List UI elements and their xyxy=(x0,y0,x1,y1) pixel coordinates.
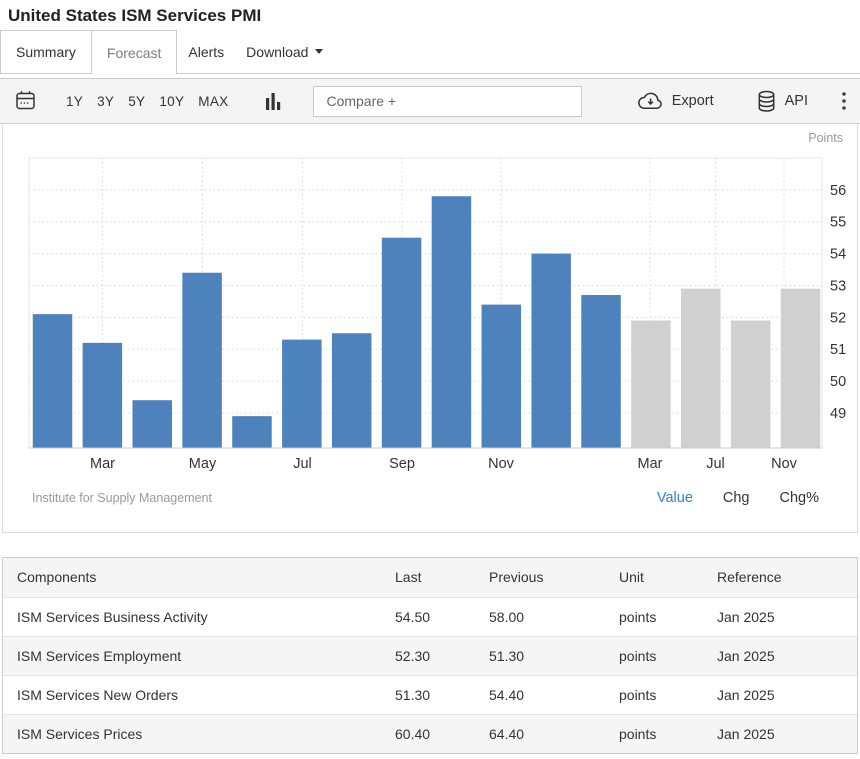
link-chg[interactable]: Chg xyxy=(723,490,750,506)
svg-text:54: 54 xyxy=(830,247,846,263)
table-row[interactable]: ISM Services Business Activity 54.50 58.… xyxy=(3,597,857,636)
forecast-chart-card: Points 49 50 51 52 53 54 55 56 Mar May Jul Sep Nov Ma… xyxy=(2,124,858,533)
tab-download[interactable]: Download xyxy=(235,30,334,74)
svg-text:53: 53 xyxy=(830,278,846,294)
table-header-row: Components Last Previous Unit Reference xyxy=(3,558,857,597)
svg-text:Nov: Nov xyxy=(488,456,515,472)
svg-text:Mar: Mar xyxy=(638,456,663,472)
svg-text:Sep: Sep xyxy=(389,456,415,472)
range-10y[interactable]: 10Y xyxy=(158,92,185,111)
database-icon xyxy=(756,90,777,113)
page-title: United States ISM Services PMI xyxy=(0,0,860,30)
components-table-card: Components Last Previous Unit Reference … xyxy=(2,557,858,754)
svg-text:55: 55 xyxy=(830,215,846,231)
svg-text:Jul: Jul xyxy=(293,456,312,472)
svg-text:49: 49 xyxy=(830,406,846,422)
tab-summary[interactable]: Summary xyxy=(0,30,92,74)
col-last: Last xyxy=(395,558,489,597)
bar-chart-icon xyxy=(266,92,281,110)
table-row[interactable]: ISM Services Employment 52.30 51.30 poin… xyxy=(3,636,857,675)
link-chgpct[interactable]: Chg% xyxy=(780,490,820,506)
caret-down-icon xyxy=(315,49,323,54)
svg-text:52: 52 xyxy=(830,310,846,326)
svg-text:Mar: Mar xyxy=(90,456,115,472)
tab-alerts[interactable]: Alerts xyxy=(177,30,235,74)
more-options-button[interactable] xyxy=(842,92,846,110)
range-max[interactable]: MAX xyxy=(197,92,229,111)
tab-bar: Summary Forecast Alerts Download xyxy=(0,30,860,74)
col-previous: Previous xyxy=(489,558,619,597)
svg-text:Nov: Nov xyxy=(771,456,798,472)
calendar-button[interactable] xyxy=(15,90,36,112)
range-5y[interactable]: 5Y xyxy=(127,92,146,111)
chart-mode-links: Value Chg Chg% xyxy=(657,490,819,506)
table-row[interactable]: ISM Services New Orders 51.30 54.40 poin… xyxy=(3,675,857,714)
tab-forecast[interactable]: Forecast xyxy=(92,30,177,74)
cloud-download-icon xyxy=(637,91,664,111)
range-selector: 1Y 3Y 5Y 10Y MAX xyxy=(65,92,229,111)
forecast-chart[interactable]: 49 50 51 52 53 54 55 56 Mar May Jul Sep Nov Mar Jul Nov xyxy=(3,124,857,477)
chart-type-button[interactable] xyxy=(266,92,281,110)
col-reference: Reference xyxy=(717,558,857,597)
svg-text:56: 56 xyxy=(830,183,846,199)
svg-text:Jul: Jul xyxy=(706,456,725,472)
link-value[interactable]: Value xyxy=(657,490,693,506)
components-table: Components Last Previous Unit Reference … xyxy=(3,558,857,753)
api-button[interactable]: API xyxy=(756,90,808,113)
chart-unit-label: Points xyxy=(808,131,843,145)
chart-toolbar: 1Y 3Y 5Y 10Y MAX Export API xyxy=(0,78,860,124)
col-unit: Unit xyxy=(619,558,717,597)
tab-bar-filler xyxy=(334,30,860,74)
svg-text:50: 50 xyxy=(830,374,846,390)
col-components: Components xyxy=(3,558,395,597)
chart-footer: Institute for Supply Management Value Ch… xyxy=(3,490,857,506)
range-3y[interactable]: 3Y xyxy=(96,92,115,111)
calendar-icon xyxy=(15,90,36,112)
table-row[interactable]: ISM Services Prices 60.40 64.40 points J… xyxy=(3,714,857,753)
range-1y[interactable]: 1Y xyxy=(65,92,84,111)
chart-source: Institute for Supply Management xyxy=(32,491,212,505)
export-button[interactable]: Export xyxy=(637,91,714,111)
compare-input[interactable] xyxy=(313,86,582,117)
svg-text:51: 51 xyxy=(830,342,846,358)
kebab-menu-icon xyxy=(842,92,846,110)
svg-text:May: May xyxy=(189,456,217,472)
